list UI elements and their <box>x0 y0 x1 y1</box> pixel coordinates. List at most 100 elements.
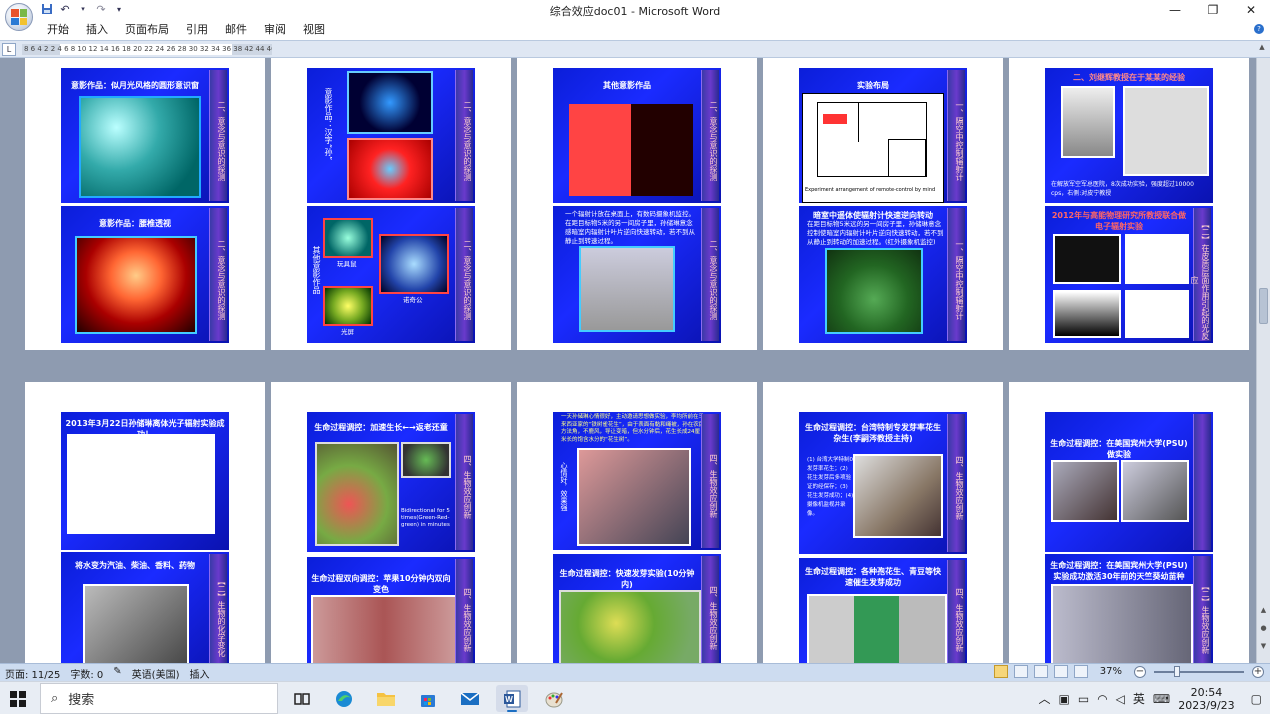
slide-sidebar: 一、隔空中控制辐射计 <box>947 208 965 341</box>
slide-title: 意影作品：腰椎透视 <box>99 219 171 228</box>
previous-page-icon[interactable]: ▲ <box>1259 606 1268 615</box>
slide: 将水变为汽油、柴油、香料、药物 【二】生物的化学变化 <box>61 552 229 663</box>
tab-selector[interactable]: L <box>2 43 16 56</box>
zoom-slider-knob[interactable] <box>1174 665 1180 677</box>
slide-sidebar: 二、意念与意识的探测 <box>209 70 227 201</box>
page: 二、刘继辉教授在于某某的经验 在解放军空军总医院，8次成功实验，强度超过1000… <box>1009 58 1249 350</box>
svg-text:W: W <box>505 695 513 704</box>
tab-page-layout[interactable]: 页面布局 <box>125 22 178 38</box>
tab-insert[interactable]: 插入 <box>86 22 117 38</box>
slide: 意影作品：腰椎透视 二、意念与意识的探测 <box>61 206 229 343</box>
wifi-icon[interactable]: ◠ <box>1097 692 1107 706</box>
ribbon-tabs: 开始 插入 页面布局 引用 邮件 审阅 视图 ? <box>0 20 1270 40</box>
document-area[interactable]: 意影作品：似月光风格的圆形意识窗 二、意念与意识的探测 意影作品：腰椎透视 二、… <box>0 58 1256 663</box>
slide: 生命过程双向调控：苹果10分钟内双向变色 四、生物效应创新 <box>307 557 475 663</box>
web-layout-view-button[interactable] <box>1033 665 1048 678</box>
slide: 实验布局 Experiment arrangement of remote-co… <box>799 68 967 203</box>
network-icon[interactable]: ▣ <box>1059 692 1070 706</box>
close-button[interactable]: ✕ <box>1232 0 1270 20</box>
edge-browser-icon[interactable] <box>328 685 360 712</box>
word-count[interactable]: 字数: 0 <box>70 666 103 681</box>
slide-text: 一个辐射计放在桌面上，有数码摄象机监控。在距目标物5米的另一间房子里，孙储琳意念… <box>565 210 695 245</box>
slide-image <box>1125 290 1189 338</box>
slide: 暗室中遥体使辐射计快速逆向转动 在距目标物5米远的另一间房子里，孙储琳意念控制使… <box>799 206 967 343</box>
title-bar: ↶ ▾ ↷ ▾ 综合效应doc01 - Microsoft Word — ❐ ✕ <box>0 0 1270 31</box>
draft-view-button[interactable] <box>1073 665 1088 678</box>
select-browse-object-icon[interactable]: ● <box>1259 624 1268 633</box>
slide: 2012年与高能物理研究所教授联合做电子辐射实验 【二】在皮质层面作用引起的光反… <box>1045 206 1213 343</box>
store-icon[interactable] <box>412 685 444 712</box>
file-explorer-icon[interactable] <box>370 685 402 712</box>
clock-time: 20:54 <box>1190 685 1223 699</box>
zoom-level[interactable]: 37% <box>1100 666 1122 677</box>
vertical-scrollbar[interactable]: ▲ ● ▼ <box>1256 58 1270 663</box>
ime-indicator[interactable]: 英 <box>1133 690 1145 707</box>
paint-app-icon[interactable] <box>538 685 570 712</box>
slide-title: 2012年与高能物理研究所教授联合做电子辐射实验 <box>1051 211 1187 231</box>
next-page-icon[interactable]: ▼ <box>1259 642 1268 651</box>
office-logo-icon <box>11 9 27 25</box>
tab-view[interactable]: 视图 <box>303 22 334 38</box>
windows-start-icon[interactable] <box>10 691 26 707</box>
battery-icon[interactable]: ▭ <box>1078 692 1089 706</box>
clock[interactable]: 20:54 2023/9/23 <box>1178 686 1234 712</box>
page: 意影作品：汉字“孙” 二、意念与意识的探测 其他意影作品 玩具鼠 诺奇公 光屏 … <box>271 58 511 350</box>
word-app-icon[interactable]: W <box>496 685 528 712</box>
horizontal-ruler[interactable]: 8 6 4 2 2 4 6 8 10 12 14 16 18 20 22 24 … <box>22 44 272 55</box>
slide-image <box>1061 86 1115 158</box>
insert-mode-indicator[interactable]: 插入 <box>190 666 210 681</box>
tab-home[interactable]: 开始 <box>47 22 78 38</box>
slide-title: 意影作品：似月光风格的圆形意识窗 <box>71 81 199 90</box>
slide-image <box>323 218 373 258</box>
notification-icon[interactable]: ▢ <box>1251 692 1262 706</box>
slide-sidebar: 二、意念与意识的探测 <box>455 208 473 341</box>
scrollbar-thumb[interactable] <box>1259 288 1268 324</box>
outline-view-button[interactable] <box>1053 665 1068 678</box>
slide: 生命过程调控：在美国宾州大学(PSU)做实验 <box>1045 412 1213 552</box>
page-count[interactable]: 页面: 11/25 <box>5 666 60 681</box>
volume-icon[interactable]: ◁ <box>1116 692 1125 706</box>
tab-mailings[interactable]: 邮件 <box>225 22 256 38</box>
slide-title: 生命过程调控：加速生长←→返老还童 <box>314 423 448 432</box>
language-indicator[interactable]: 英语(美国) <box>132 666 180 681</box>
ruler-bar: L 8 6 4 2 2 4 6 8 10 12 14 16 18 20 22 2… <box>0 40 1270 58</box>
slide-label: 光屏 <box>341 328 354 336</box>
slide-image <box>323 286 373 326</box>
slide: 意影作品：汉字“孙” 二、意念与意识的探测 <box>307 68 475 203</box>
page: 生命过程调控：加速生长←→返老还童 Bidirectional for 5 ti… <box>271 382 511 663</box>
slide-vertical-title: 其他意影作品 <box>312 246 321 294</box>
slide-image <box>569 104 693 196</box>
chevron-up-icon[interactable]: ︿ <box>1038 690 1050 707</box>
tab-review[interactable]: 审阅 <box>264 22 295 38</box>
slide-title: 将水变为汽油、柴油、香料、药物 <box>75 561 195 570</box>
slide-image <box>1123 86 1209 176</box>
print-layout-view-button[interactable] <box>993 665 1008 678</box>
ime-mode-icon[interactable]: ⌨ <box>1153 692 1170 706</box>
taskbar-search[interactable]: ⌕ 搜索 <box>40 683 278 714</box>
office-button[interactable] <box>5 3 33 31</box>
slide-image <box>1053 290 1121 338</box>
slide-sidebar: 二、意念与意识的探测 <box>701 208 719 341</box>
tab-references[interactable]: 引用 <box>186 22 217 38</box>
task-view-icon[interactable] <box>286 685 318 712</box>
search-icon: ⌕ <box>51 691 59 706</box>
zoom-out-button[interactable]: − <box>1134 665 1146 678</box>
slide-image <box>559 590 701 663</box>
slide: 生命过程调控：台湾特制专发芽率花生杂生(李嗣涔教授主持) (1) 台湾大学特制0… <box>799 412 967 554</box>
slide-title: 生命过程调控：各种孢花生、青豆等快速催生发芽成功 <box>805 567 941 587</box>
slide-sidebar: 二、意念与意识的探测 <box>209 208 227 341</box>
slide-sidebar: 一、隔空中控制辐射计 <box>947 70 965 201</box>
help-icon[interactable]: ? <box>1254 24 1264 34</box>
slide-text: (1) 台湾大学特制0发芽率花生；(2) 花生发芽后多项验证的经保存；(3) 花… <box>807 457 854 517</box>
zoom-in-button[interactable]: + <box>1252 665 1264 678</box>
mail-icon[interactable] <box>454 685 486 712</box>
full-screen-reading-view-button[interactable] <box>1013 665 1028 678</box>
minimize-button[interactable]: — <box>1156 0 1194 20</box>
ruler-toggle-icon[interactable]: ▲ <box>1257 43 1267 55</box>
diagram-caption: Experiment arrangement of remote-control… <box>805 187 936 193</box>
page: 生命过程调控：台湾特制专发芽率花生杂生(李嗣涔教授主持) (1) 台湾大学特制0… <box>763 382 1003 663</box>
maximize-button[interactable]: ❐ <box>1194 0 1232 20</box>
slide-text: 一天孙储琳心情很好，主动邀请思想做实验，李均所前在马来西亚家的“铁树雀花生”，由… <box>561 414 705 443</box>
proofing-icon[interactable]: ✎ <box>113 666 121 681</box>
zoom-slider[interactable] <box>1154 665 1244 677</box>
